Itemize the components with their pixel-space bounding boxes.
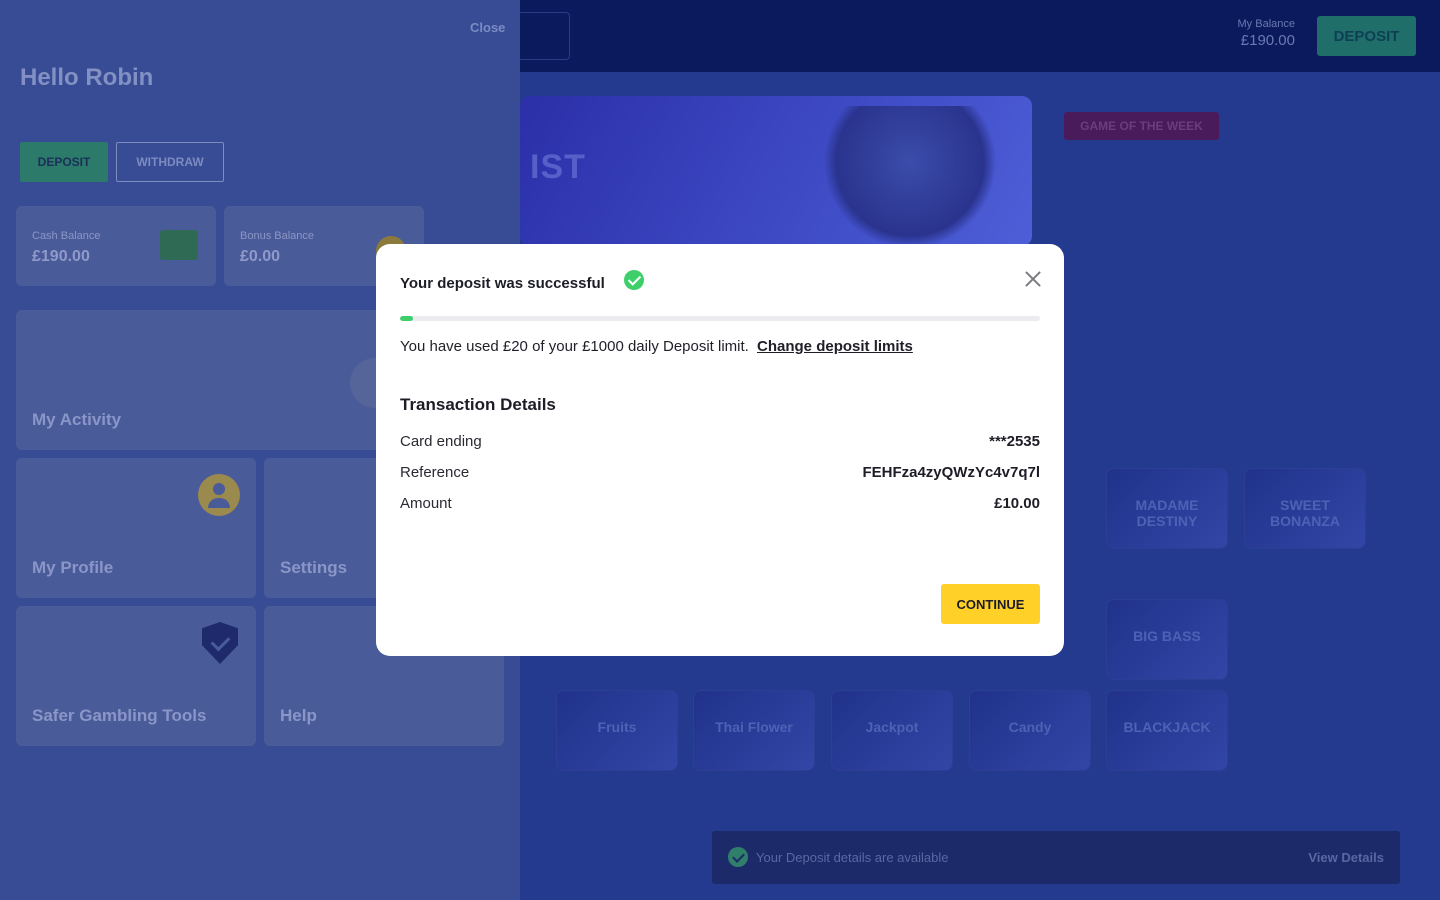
cash-balance-label: Cash Balance [32,230,101,242]
safer-gambling-tile[interactable]: Safer Gambling Tools [16,606,256,746]
close-icon[interactable] [1022,268,1044,290]
row-label: Reference [400,464,470,481]
success-check-icon [624,270,644,290]
panel-withdraw-button[interactable]: WITHDRAW [116,142,224,182]
game-tile[interactable]: SWEET BONANZA [1244,468,1366,549]
header-balance-value: £190.00 [1240,32,1295,49]
transaction-details-heading: Transaction Details [400,395,556,414]
game-of-the-week-badge: GAME OF THE WEEK [1064,112,1219,140]
bonus-balance-label: Bonus Balance [240,230,314,242]
my-activity-label: My Activity [32,410,122,429]
game-tile-title: Candy [1008,719,1052,735]
game-tile[interactable]: BLACKJACK [1106,690,1228,771]
panel-deposit-button[interactable]: DEPOSIT [20,142,108,182]
continue-button[interactable]: CONTINUE [941,584,1040,624]
my-profile-label: My Profile [32,558,114,577]
game-tile[interactable]: BIG BASS [1106,599,1228,680]
hero-title: IST [530,148,586,186]
game-tile[interactable]: Jackpot [831,690,953,771]
game-tile-title: Fruits [597,719,637,735]
safer-gambling-label: Safer Gambling Tools [32,706,207,725]
game-tile-title: Jackpot [865,719,919,735]
panel-close-button[interactable]: Close [470,20,505,35]
row-label: Card ending [400,433,482,450]
transaction-row-card-ending: Card ending ***2535 [400,433,1040,453]
header-balance-label: My Balance [1237,18,1295,30]
my-profile-tile[interactable]: My Profile [16,458,256,598]
view-details-link[interactable]: View Details [1308,850,1384,865]
shield-check-icon [202,622,238,664]
help-label: Help [280,706,317,725]
modal-title: Your deposit was successful [400,275,605,292]
check-circle-icon [728,847,748,867]
game-tile[interactable]: MADAME DESTINY [1106,468,1228,549]
deposit-limit-info: You have used £20 of your £1000 daily De… [400,338,913,355]
change-deposit-limits-link[interactable]: Change deposit limits [757,338,913,355]
transaction-row-reference: Reference FEHFza4zyQWzYc4v7q7l [400,464,1040,484]
game-tile[interactable]: Thai Flower [693,690,815,771]
hero-banner[interactable]: IST [520,96,1032,246]
header-balance[interactable]: My Balance £190.00 [1210,18,1295,49]
game-tile-title: BLACKJACK [1123,719,1211,735]
row-value: ***2535 [989,433,1040,450]
deposit-details-toast: Your Deposit details are available View … [712,831,1400,884]
cash-money-icon [160,230,198,260]
transaction-row-amount: Amount £10.00 [400,495,1040,515]
settings-label: Settings [280,558,348,577]
greeting-title: Hello Robin [20,64,154,91]
row-value: FEHFza4zyQWzYc4v7q7l [862,464,1040,481]
game-tile[interactable]: Candy [969,690,1091,771]
game-tile-title: MADAME DESTINY [1135,497,1199,529]
deposit-limit-progress-bar [400,316,1040,321]
game-tile[interactable]: Fruits [556,690,678,771]
deposit-limit-text: You have used £20 of your £1000 daily De… [400,338,749,355]
hero-character-image [820,106,1000,246]
my-activity-tile[interactable]: My Activity [16,310,416,450]
deposit-limit-progress-fill [400,316,413,321]
game-tile-title: Thai Flower [715,719,793,735]
cash-balance-card: Cash Balance £190.00 [16,206,216,286]
bonus-balance-value: £0.00 [240,248,281,265]
profile-avatar-icon [198,474,240,516]
cash-balance-value: £190.00 [32,248,90,265]
row-label: Amount [400,495,452,512]
row-value: £10.00 [994,495,1040,512]
header-deposit-button[interactable]: DEPOSIT [1317,16,1416,56]
deposit-success-modal: Your deposit was successful You have use… [376,244,1064,656]
game-tile-title: BIG BASS [1133,628,1201,644]
game-tile-title: SWEET BONANZA [1270,497,1340,529]
toast-message: Your Deposit details are available [756,850,949,865]
